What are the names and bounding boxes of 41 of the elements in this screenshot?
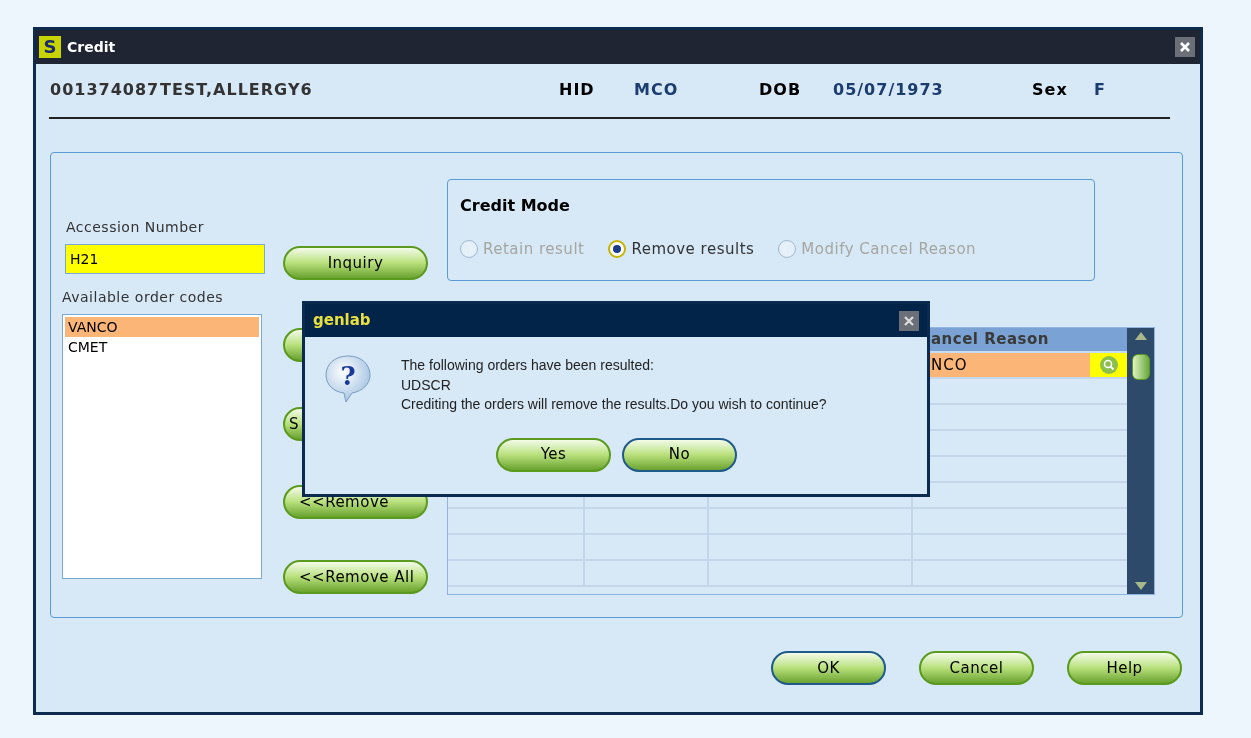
- order-code-list[interactable]: VANCO CMET: [62, 314, 262, 579]
- scroll-up-icon[interactable]: [1134, 332, 1147, 340]
- close-button[interactable]: [899, 310, 919, 331]
- cell-text: NCO: [931, 354, 968, 376]
- patient-id: 001374087: [50, 79, 160, 101]
- button[interactable]: OK: [771, 651, 886, 685]
- field-label: Accession Number: [66, 218, 205, 237]
- close-button[interactable]: [1175, 37, 1195, 57]
- accession-field[interactable]: H21: [65, 244, 265, 274]
- button[interactable]: Cancel: [919, 651, 1034, 685]
- close-icon: [1179, 41, 1191, 53]
- radio-option[interactable]: Remove results: [608, 238, 755, 261]
- message-text: Crediting the orders will remove the results.Do you wish to continue?: [401, 395, 827, 414]
- button[interactable]: <<Remove All: [283, 560, 428, 594]
- app-logo: S: [39, 36, 61, 58]
- search-icon: [1098, 355, 1119, 375]
- list-item[interactable]: VANCO: [65, 317, 259, 337]
- list-item[interactable]: CMET: [65, 337, 259, 357]
- field-label: HID: [559, 79, 596, 101]
- list-label: Available order codes: [62, 288, 225, 307]
- button[interactable]: Help: [1067, 651, 1182, 685]
- patient-name: TEST,ALLERGY6: [160, 79, 314, 101]
- field-value: MCO: [634, 79, 680, 101]
- button[interactable]: Yes: [496, 437, 611, 472]
- message-text: UDSCR: [401, 375, 452, 395]
- question-icon: ?: [322, 352, 374, 404]
- scroll-down-icon[interactable]: [1134, 582, 1147, 590]
- button[interactable]: Inquiry: [283, 246, 428, 280]
- window-title: Credit: [67, 37, 116, 57]
- scrollbar[interactable]: [1127, 328, 1154, 594]
- dialog-title: genlab: [313, 310, 371, 332]
- field-value: F: [1094, 79, 1107, 101]
- field-value: 05/07/1973: [833, 79, 945, 101]
- field-label: DOB: [759, 79, 803, 101]
- scroll-thumb[interactable]: [1131, 354, 1150, 380]
- message-text: The following orders have been resulted:: [401, 356, 655, 375]
- close-icon: [903, 314, 915, 327]
- group-title: Credit Mode: [460, 195, 571, 217]
- button[interactable]: No: [622, 437, 737, 472]
- column-header: ancel Reason: [930, 329, 1050, 350]
- field-label: Sex: [1032, 79, 1069, 101]
